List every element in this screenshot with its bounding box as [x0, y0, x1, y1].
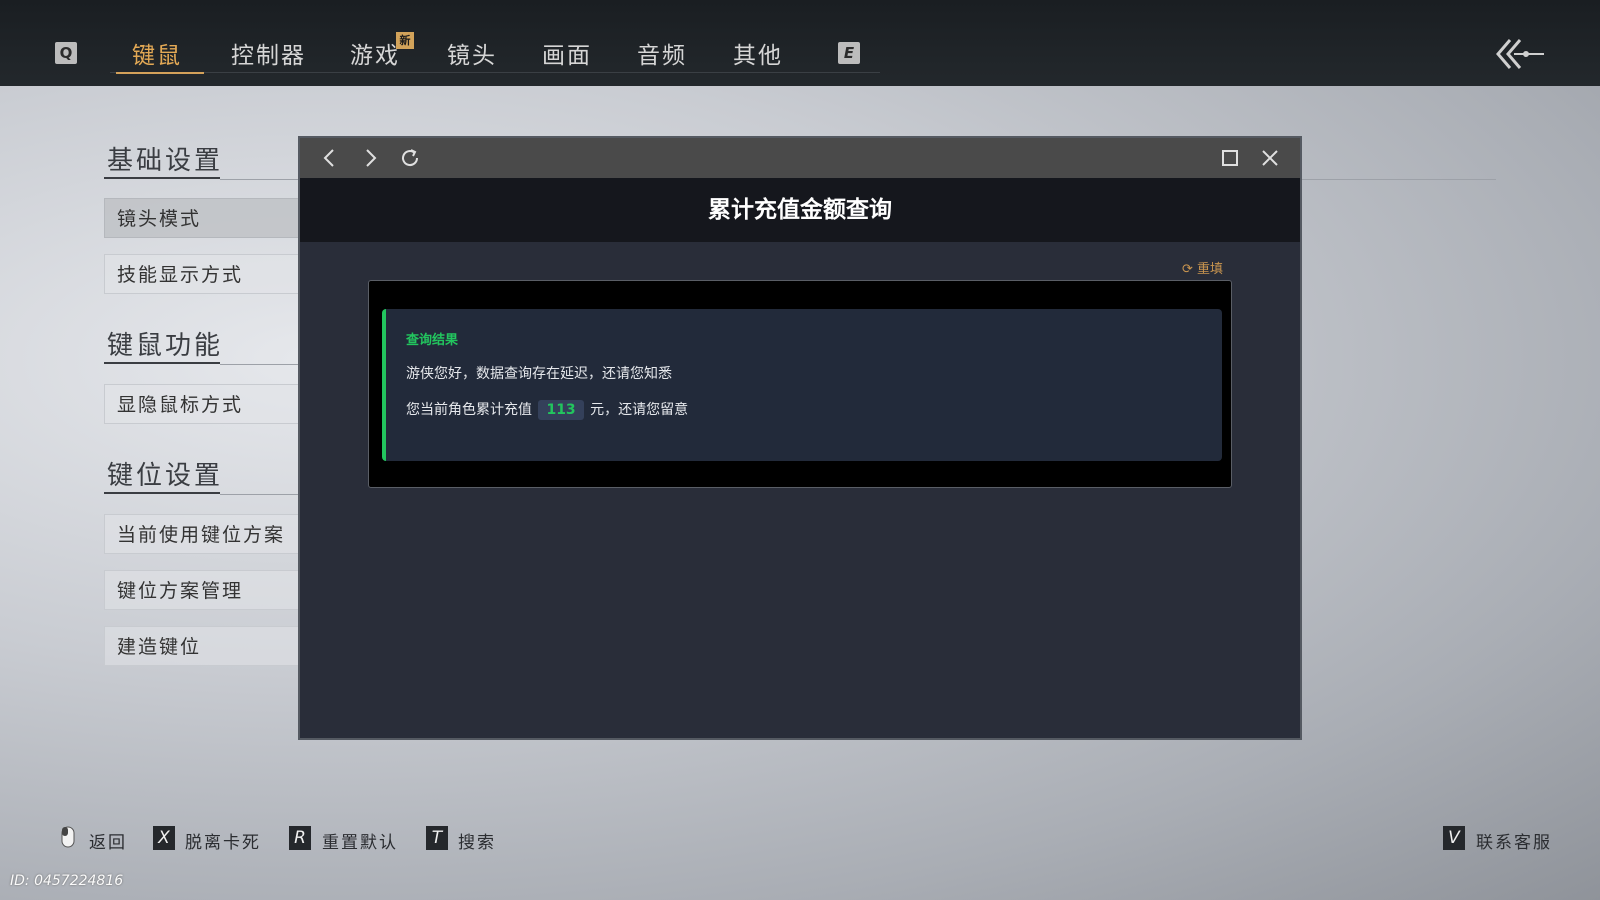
back-arrow-icon[interactable]	[1496, 36, 1546, 72]
result-card: 查询结果 游侠您好，数据查询存在延迟，还请您知悉 您当前角色累计充值 113 元…	[382, 309, 1222, 461]
tab-controller[interactable]: 控制器	[231, 36, 306, 70]
mouse-icon	[61, 826, 75, 848]
menu-item-mouse-visibility[interactable]: 显隐鼠标方式	[104, 384, 300, 424]
tab-game[interactable]: 游戏	[350, 36, 400, 70]
section-title-km-functions: 键鼠功能	[107, 331, 224, 361]
menu-item-skill-display[interactable]: 技能显示方式	[104, 254, 300, 294]
result-amount-line: 您当前角色累计充值 113 元，还请您留意	[406, 399, 688, 420]
next-tab-key-e[interactable]: E	[838, 42, 860, 64]
tab-other[interactable]: 其他	[733, 36, 783, 70]
back-button[interactable]: 返回	[89, 828, 127, 853]
menu-item-current-keybind-scheme[interactable]: 当前使用键位方案	[104, 514, 300, 554]
reset-icon: ⟳	[1182, 262, 1193, 277]
key-t: T	[426, 826, 448, 850]
nav-divider	[110, 72, 880, 73]
close-icon[interactable]	[1258, 146, 1282, 170]
menu-item-camera-mode[interactable]: 镜头模式	[104, 198, 300, 238]
active-tab-underline	[116, 72, 204, 74]
refresh-icon[interactable]	[398, 146, 422, 170]
section-title-keybinds: 键位设置	[107, 461, 224, 491]
recharge-query-dialog: 累计充值金额查询 ⟳ 重填 查询结果 游侠您好，数据查询存在延迟，还请您知悉 您…	[300, 138, 1300, 738]
result-notice: 游侠您好，数据查询存在延迟，还请您知悉	[406, 366, 672, 382]
result-panel: 查询结果 游侠您好，数据查询存在延迟，还请您知悉 您当前角色累计充值 113 元…	[368, 280, 1232, 488]
reset-label: 重填	[1197, 262, 1224, 277]
key-v: V	[1443, 826, 1465, 850]
amount-prefix: 您当前角色累计充值	[406, 402, 532, 418]
top-nav-bar: Q 键鼠 控制器 游戏 新 镜头 画面 音频 其他 E	[0, 0, 1600, 86]
forward-icon[interactable]	[358, 146, 382, 170]
section-underline	[104, 492, 220, 494]
tab-camera[interactable]: 镜头	[447, 36, 497, 70]
search-button[interactable]: 搜索	[458, 828, 496, 853]
contact-support-button[interactable]: 联系客服	[1476, 828, 1552, 853]
key-r: R	[289, 826, 311, 850]
tab-keyboard-mouse[interactable]: 键鼠	[132, 36, 182, 70]
tab-graphics[interactable]: 画面	[542, 36, 592, 70]
section-divider	[220, 364, 300, 365]
dialog-title: 累计充值金额查询	[300, 178, 1300, 242]
amount-suffix: 元，还请您留意	[590, 402, 689, 418]
reset-default-button[interactable]: 重置默认	[322, 828, 398, 853]
prev-tab-key-q[interactable]: Q	[55, 42, 77, 64]
section-underline	[104, 362, 220, 364]
recharge-amount: 113	[538, 400, 584, 420]
section-underline	[104, 177, 220, 179]
dialog-toolbar	[300, 138, 1300, 178]
tab-audio[interactable]: 音频	[637, 36, 687, 70]
menu-item-keybind-scheme-management[interactable]: 键位方案管理	[104, 570, 300, 610]
menu-item-build-keybinds[interactable]: 建造键位	[104, 626, 300, 666]
section-divider	[220, 494, 300, 495]
section-title-basic: 基础设置	[107, 146, 224, 176]
reset-form-button[interactable]: ⟳ 重填	[1182, 258, 1223, 277]
result-title: 查询结果	[406, 333, 459, 348]
player-id: ID: 0457224816	[10, 873, 124, 889]
key-x: X	[153, 826, 175, 850]
back-icon[interactable]	[318, 146, 342, 170]
maximize-icon[interactable]	[1218, 146, 1242, 170]
new-badge: 新	[396, 32, 414, 49]
unstuck-button[interactable]: 脱离卡死	[185, 828, 261, 853]
